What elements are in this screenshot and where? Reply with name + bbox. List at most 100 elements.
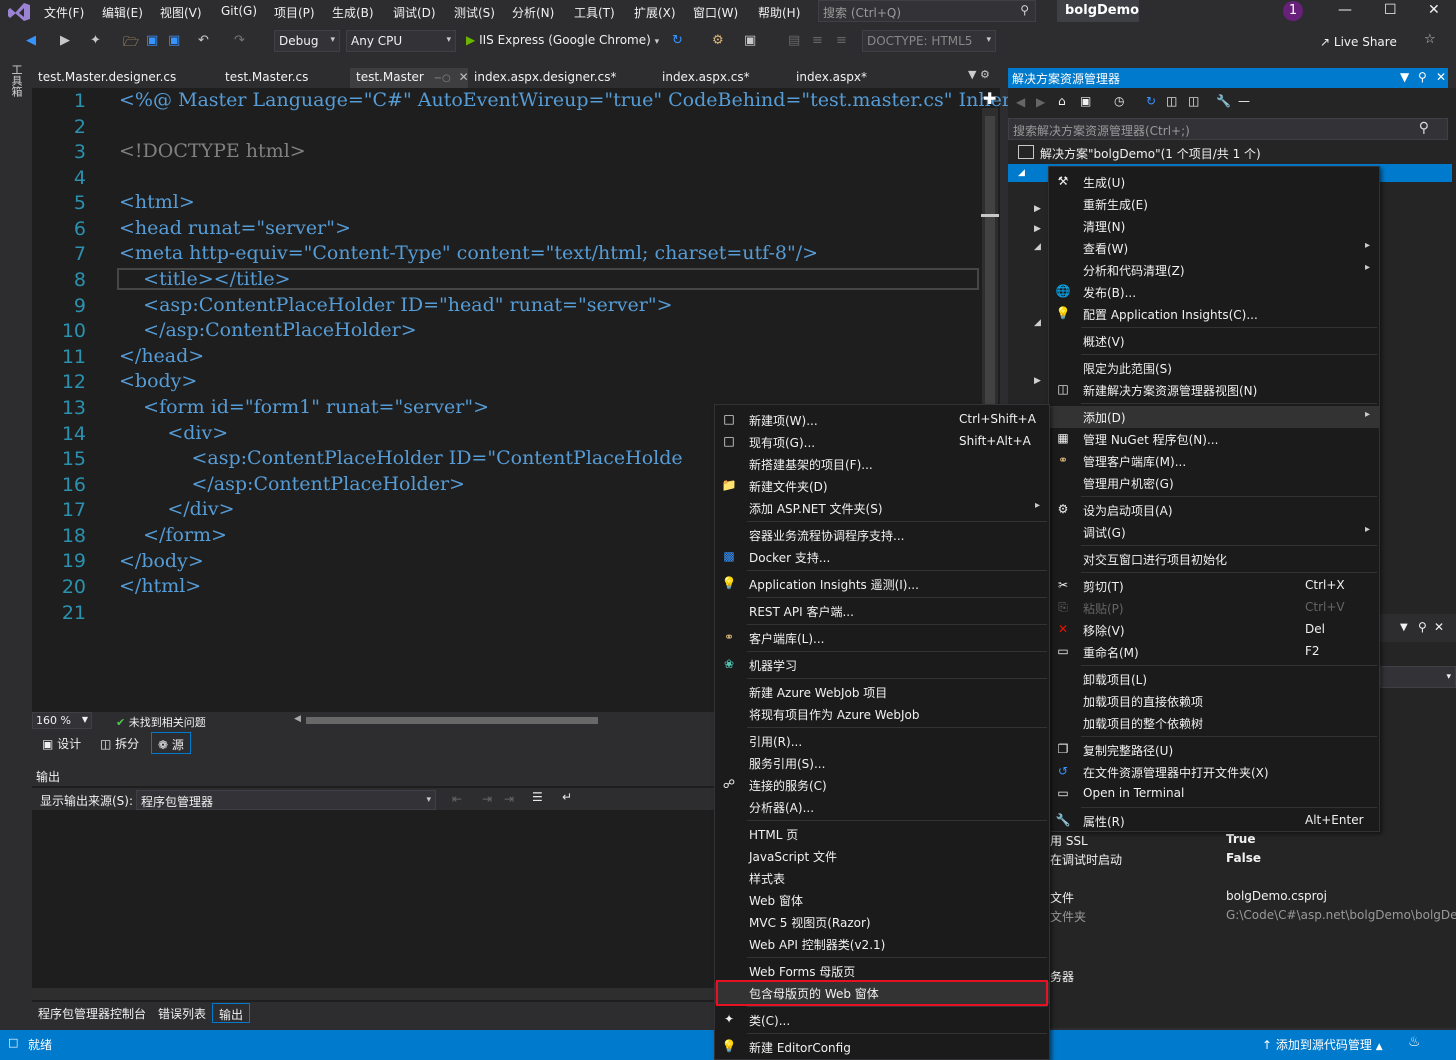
- property-row[interactable]: 文件夹 G:\Code\C#\asp.net\bolgDemo\bolgDe: [1050, 908, 1456, 927]
- undo-icon[interactable]: ↶: [198, 33, 209, 48]
- menu-item-new-item[interactable]: □ 新建项(W)... Ctrl+Shift+A: [715, 409, 1049, 431]
- output-source-select[interactable]: 程序包管理器 ▾: [136, 790, 436, 810]
- menu-item-stylesheet[interactable]: 样式表: [715, 867, 1049, 889]
- menu-item-load-direct-deps[interactable]: 加载项目的直接依赖项: [1049, 690, 1379, 712]
- menu-file[interactable]: 文件(F): [44, 4, 84, 21]
- menu-edit[interactable]: 编辑(E): [102, 4, 143, 21]
- expand-arrow-icon[interactable]: ◢: [1034, 318, 1041, 328]
- menu-item-service-reference[interactable]: 服务引用(S)...: [715, 752, 1049, 774]
- outdent-icon[interactable]: ≡: [836, 33, 847, 48]
- editor-horizontal-scroll-thumb[interactable]: [306, 717, 598, 724]
- menu-analyze[interactable]: 分析(N): [512, 4, 554, 21]
- back-icon[interactable]: ◀: [1016, 95, 1025, 109]
- forward-icon[interactable]: ▶: [1036, 95, 1045, 109]
- menu-item-properties[interactable]: 🔧 属性(R) Alt+Enter: [1049, 810, 1379, 832]
- clear-all-icon[interactable]: ☰: [532, 790, 543, 804]
- solution-node[interactable]: 解决方案"bolgDemo"(1 个项目/共 1 个): [1040, 145, 1261, 162]
- menu-item-unload[interactable]: 卸载项目(L): [1049, 668, 1379, 690]
- menu-item-new-view[interactable]: ◫ 新建解决方案资源管理器视图(N): [1049, 379, 1379, 401]
- menu-tools[interactable]: 工具(T): [574, 4, 615, 21]
- pin-icon[interactable]: −○: [434, 73, 451, 84]
- menu-item-debug[interactable]: 调试(G) ▸: [1049, 521, 1379, 543]
- menu-item-open-terminal[interactable]: ▭ Open in Terminal: [1049, 783, 1379, 805]
- find-icon[interactable]: ⇥: [504, 792, 514, 806]
- redo-icon[interactable]: ↷: [234, 33, 245, 48]
- menu-item-paste[interactable]: ⎘ 粘贴(P) Ctrl+V: [1049, 597, 1379, 619]
- split-editor-icon[interactable]: ✚: [983, 89, 996, 108]
- menu-item-nuget[interactable]: ▦ 管理 NuGet 程序包(N)...: [1049, 428, 1379, 450]
- menu-item-web-form[interactable]: Web 窗体: [715, 889, 1049, 911]
- menu-item-view[interactable]: 查看(W) ▸: [1049, 237, 1379, 259]
- menu-item-mvc5-view[interactable]: MVC 5 视图页(Razor): [715, 911, 1049, 933]
- scroll-left-icon[interactable]: ◀: [294, 714, 301, 724]
- tab-source[interactable]: ❁ 源: [151, 732, 191, 754]
- menu-item-azure-webjob-project[interactable]: 新建 Azure WebJob 项目: [715, 681, 1049, 703]
- menu-item-docker[interactable]: ▩ Docker 支持...: [715, 546, 1049, 568]
- menu-item-set-startup[interactable]: ⚙ 设为启动项目(A): [1049, 499, 1379, 521]
- expand-arrow-icon[interactable]: ◢: [1018, 168, 1025, 178]
- menu-item-webapi-controller[interactable]: Web API 控制器类(v2.1): [715, 933, 1049, 955]
- tab-index-aspx-cs[interactable]: index.aspx.cs*: [656, 68, 756, 88]
- tab-split[interactable]: ◫ 拆分: [94, 732, 145, 754]
- menu-item-class[interactable]: ✦ 类(C)...: [715, 1009, 1049, 1031]
- tab-output[interactable]: 输出: [212, 1003, 251, 1023]
- open-folder-icon[interactable]: 🗁: [123, 33, 139, 55]
- property-row[interactable]: 文件 bolgDemo.csproj: [1050, 889, 1456, 908]
- preview-icon[interactable]: —: [1238, 94, 1250, 108]
- menu-item-interactive-init[interactable]: 对交互窗口进行项目初始化: [1049, 548, 1379, 570]
- menu-item-javascript-file[interactable]: JavaScript 文件: [715, 845, 1049, 867]
- expand-arrow-icon[interactable]: ◢: [1034, 242, 1041, 252]
- menu-item-publish[interactable]: 🌐 发布(B)...: [1049, 281, 1379, 303]
- collapse-all-icon[interactable]: ◫: [1166, 94, 1177, 108]
- menu-git[interactable]: Git(G): [221, 4, 257, 18]
- platform-select[interactable]: Any CPU ▾: [346, 30, 456, 52]
- home-icon[interactable]: ⌂: [1058, 94, 1066, 108]
- menu-item-load-dep-tree[interactable]: 加载项目的整个依赖树: [1049, 712, 1379, 734]
- run-dropdown-icon[interactable]: ▾: [655, 37, 660, 47]
- menu-item-app-insights[interactable]: 💡 配置 Application Insights(C)...: [1049, 303, 1379, 325]
- show-all-files-icon[interactable]: ◫: [1188, 94, 1199, 108]
- new-project-icon[interactable]: ✦: [90, 33, 101, 48]
- collapsed-arrow-icon[interactable]: ▶: [1034, 376, 1041, 386]
- pin-icon[interactable]: ⚲: [1418, 70, 1427, 84]
- close-icon[interactable]: ✕: [1436, 70, 1446, 84]
- menu-debug[interactable]: 调试(D): [393, 4, 436, 21]
- history-icon[interactable]: ◷: [1114, 94, 1124, 108]
- collapsed-arrow-icon[interactable]: ▶: [1034, 204, 1041, 214]
- tab-error-list[interactable]: 错误列表: [152, 1003, 212, 1023]
- menu-item-new-folder[interactable]: 📁 新建文件夹(D): [715, 475, 1049, 497]
- indent-icon[interactable]: ≡: [812, 33, 823, 48]
- menu-item-aspnet-folder[interactable]: 添加 ASP.NET 文件夹(S) ▸: [715, 497, 1049, 519]
- refresh-icon[interactable]: ↻: [672, 33, 683, 48]
- back-icon[interactable]: ◀: [26, 33, 36, 48]
- pin-icon[interactable]: ⚲: [1418, 620, 1427, 634]
- menu-item-build[interactable]: ⚒ 生成(U): [1049, 171, 1379, 193]
- screenshot-icon[interactable]: ▣: [744, 33, 756, 48]
- menu-item-reference[interactable]: 引用(R)...: [715, 730, 1049, 752]
- tab-test-master-cs[interactable]: test.Master.cs: [219, 68, 314, 88]
- menu-item-app-insights-telemetry[interactable]: 💡 Application Insights 遥测(I)...: [715, 573, 1049, 595]
- save-icon[interactable]: ▣: [146, 33, 158, 48]
- doctype-select[interactable]: DOCTYPE: HTML5 ▾: [862, 30, 996, 52]
- menu-item-existing-as-webjob[interactable]: 将现有项目作为 Azure WebJob: [715, 703, 1049, 725]
- goto-next-icon[interactable]: ⇥: [482, 792, 492, 806]
- tab-package-manager-console[interactable]: 程序包管理器控制台: [32, 1003, 152, 1023]
- feedback-icon[interactable]: ☆: [1424, 32, 1436, 47]
- properties-icon[interactable]: 🔧: [1216, 94, 1231, 108]
- menu-item-rest-api[interactable]: REST API 客户端...: [715, 600, 1049, 622]
- menu-item-client-libs[interactable]: ⚭ 管理客户端库(M)...: [1049, 450, 1379, 472]
- window-position-icon[interactable]: ▼: [1400, 70, 1409, 84]
- menu-item-existing-item[interactable]: □ 现有项(G)... Shift+Alt+A: [715, 431, 1049, 453]
- switch-views-icon[interactable]: ▣: [1080, 94, 1091, 108]
- issues-indicator[interactable]: ✔ 未找到相关问题: [116, 714, 206, 730]
- window-position-icon[interactable]: ▼: [1400, 622, 1408, 633]
- menu-item-rename[interactable]: ▭ 重命名(M) F2: [1049, 641, 1379, 663]
- tab-design[interactable]: ▣ 设计: [36, 732, 87, 754]
- property-row[interactable]: 在调试时启动 False: [1050, 851, 1456, 870]
- tab-test-master-designer[interactable]: test.Master.designer.cs: [32, 68, 182, 88]
- menu-item-user-secrets[interactable]: 管理用户机密(G): [1049, 472, 1379, 494]
- collapsed-arrow-icon[interactable]: ▶: [1034, 224, 1041, 234]
- menu-item-html-page[interactable]: HTML 页: [715, 823, 1049, 845]
- output-horizontal-scrollbar[interactable]: [32, 988, 716, 1000]
- menu-item-client-library[interactable]: ⚭ 客户端库(L)...: [715, 627, 1049, 649]
